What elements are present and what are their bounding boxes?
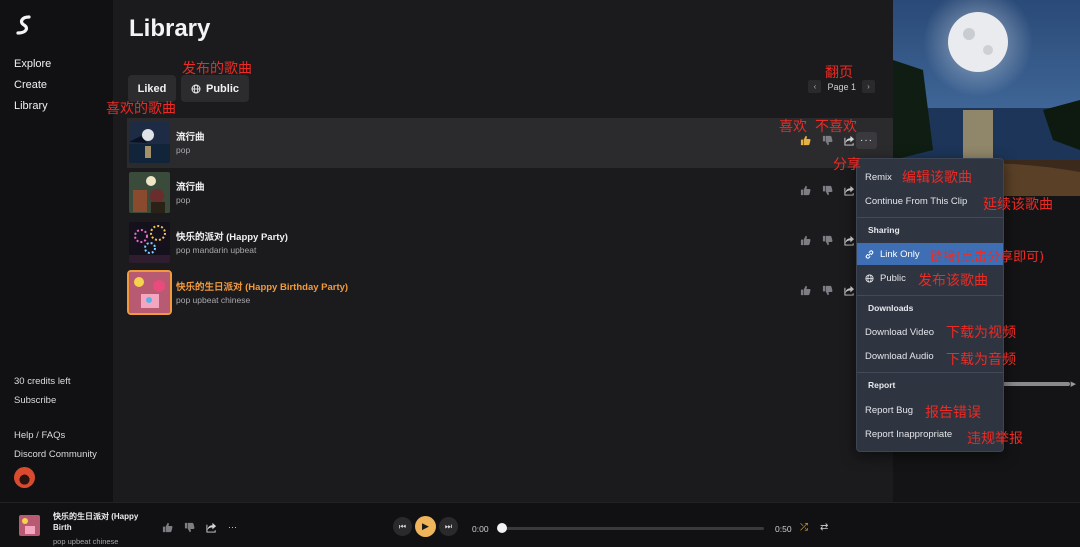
player-bar: 快乐的生日派对 (Happy Birth pop upbeat chinese … bbox=[0, 502, 1080, 547]
thumbs-down-icon[interactable] bbox=[822, 285, 833, 296]
scrollbar-thumb[interactable] bbox=[1000, 382, 1070, 386]
song-row[interactable]: 快乐的派对 (Happy Party) pop mandarin upbeat bbox=[127, 218, 893, 268]
song-tags: pop bbox=[176, 195, 191, 205]
share-icon[interactable] bbox=[206, 522, 217, 533]
globe-icon bbox=[865, 273, 874, 283]
link-icon bbox=[865, 249, 874, 259]
globe-icon bbox=[191, 84, 201, 93]
annotation-share: 分享 bbox=[833, 157, 861, 173]
song-tags: pop mandarin upbeat bbox=[176, 245, 257, 255]
tab-public-label: Public bbox=[205, 82, 239, 95]
credits-left: 30 credits left bbox=[14, 376, 71, 387]
prev-page-button[interactable]: ‹ bbox=[808, 80, 822, 93]
page-title: Library bbox=[129, 15, 211, 42]
now-playing-title: 快乐的生日派对 (Happy Birth bbox=[53, 512, 139, 532]
annotation-public-songs: 发布的歌曲 bbox=[182, 61, 252, 77]
menu-link-only-label: Link Only bbox=[880, 248, 920, 260]
progress-bar[interactable] bbox=[499, 527, 764, 530]
share-icon[interactable] bbox=[844, 135, 855, 146]
share-icon[interactable] bbox=[844, 185, 855, 196]
subscribe-link[interactable]: Subscribe bbox=[14, 395, 56, 406]
nav-create[interactable]: Create bbox=[14, 79, 47, 91]
menu-divider bbox=[857, 217, 1003, 218]
annotation-report-bug: 报告错误 bbox=[925, 405, 981, 421]
annotation-publish-song: 发布该歌曲 bbox=[918, 273, 988, 289]
annotation-download-audio: 下载为音频 bbox=[946, 352, 1016, 368]
more-options-icon[interactable]: ··· bbox=[228, 522, 239, 533]
thumbs-down-icon[interactable] bbox=[822, 135, 833, 146]
more-options-button[interactable]: ··· bbox=[856, 132, 877, 149]
help-faqs-link[interactable]: Help / FAQs bbox=[14, 430, 65, 441]
song-tags: pop upbeat chinese bbox=[176, 295, 251, 305]
nav-library[interactable]: Library bbox=[14, 100, 48, 112]
menu-divider bbox=[857, 372, 1003, 373]
song-row[interactable]: 流行曲 pop bbox=[127, 168, 893, 218]
scroll-right-arrow-icon[interactable]: ▶ bbox=[1071, 380, 1076, 388]
page-label: Page 1 bbox=[827, 81, 856, 92]
song-title: 快乐的派对 (Happy Party) bbox=[176, 232, 288, 243]
share-icon[interactable] bbox=[844, 235, 855, 246]
next-page-button[interactable]: › bbox=[862, 80, 875, 93]
sidebar: Explore Create Library 30 credits left S… bbox=[0, 0, 113, 502]
shuffle-icon[interactable]: ⤮ bbox=[800, 522, 808, 533]
repeat-icon[interactable]: ⇄ bbox=[820, 522, 828, 533]
thumbs-down-icon[interactable] bbox=[184, 522, 195, 533]
thumbs-down-icon[interactable] bbox=[822, 185, 833, 196]
song-row-playing[interactable]: 快乐的生日派对 (Happy Birthday Party) pop upbea… bbox=[127, 268, 893, 318]
next-track-button[interactable]: ⏭ bbox=[439, 517, 458, 536]
song-cover-painting bbox=[129, 172, 170, 213]
song-cover-moon-lake bbox=[129, 122, 170, 163]
annotation-edit-song: 编辑该歌曲 bbox=[902, 170, 972, 186]
annotation-pagination: 翻页 bbox=[825, 65, 853, 81]
previous-track-button[interactable]: ⏮ bbox=[393, 517, 412, 536]
annotation-continue-song: 延续该歌曲 bbox=[983, 197, 1053, 213]
now-playing-cover[interactable] bbox=[19, 515, 40, 536]
menu-header-sharing: Sharing bbox=[868, 225, 900, 235]
annotation-download-video: 下载为视频 bbox=[946, 325, 1016, 341]
current-time: 0:00 bbox=[472, 524, 489, 534]
thumbs-down-icon[interactable] bbox=[822, 235, 833, 246]
menu-header-downloads: Downloads bbox=[868, 303, 914, 313]
annotation-liked-songs: 喜欢的歌曲 bbox=[106, 101, 176, 117]
play-button[interactable]: ▶ bbox=[415, 516, 436, 537]
annotation-link-only: 链接(点击分享即可) bbox=[930, 250, 1045, 265]
thumbs-up-icon[interactable] bbox=[800, 135, 811, 146]
annotation-dislike: 不喜欢 bbox=[815, 119, 857, 135]
thumbs-up-icon[interactable] bbox=[162, 522, 173, 533]
song-tags: pop bbox=[176, 145, 191, 155]
annotation-report-violation: 违规举报 bbox=[967, 431, 1023, 447]
thumbs-up-icon[interactable] bbox=[800, 235, 811, 246]
app-logo-icon[interactable] bbox=[13, 14, 35, 36]
song-title: 流行曲 bbox=[176, 132, 205, 143]
thumbs-up-icon[interactable] bbox=[800, 185, 811, 196]
song-title: 流行曲 bbox=[176, 182, 205, 193]
menu-divider bbox=[857, 295, 1003, 296]
progress-handle[interactable] bbox=[497, 523, 507, 533]
horizontal-scrollbar[interactable]: ▶ bbox=[1000, 380, 1080, 388]
tab-public[interactable]: Public bbox=[181, 75, 249, 102]
share-icon[interactable] bbox=[844, 285, 855, 296]
menu-header-report: Report bbox=[868, 380, 896, 390]
menu-public-label: Public bbox=[880, 272, 906, 284]
song-cover-fireworks bbox=[129, 222, 170, 263]
annotation-like: 喜欢 bbox=[779, 119, 807, 135]
menu-continue-from-clip[interactable]: Continue From This Clip bbox=[857, 190, 1003, 212]
thumbs-up-icon[interactable] bbox=[800, 285, 811, 296]
song-cover-party bbox=[127, 270, 172, 315]
duration: 0:50 bbox=[775, 524, 792, 534]
discord-community-link[interactable]: Discord Community bbox=[14, 449, 97, 460]
nav-explore[interactable]: Explore bbox=[14, 58, 51, 70]
avatar[interactable] bbox=[14, 467, 35, 488]
now-playing-tags: pop upbeat chinese bbox=[53, 537, 119, 546]
song-title: 快乐的生日派对 (Happy Birthday Party) bbox=[176, 282, 349, 293]
